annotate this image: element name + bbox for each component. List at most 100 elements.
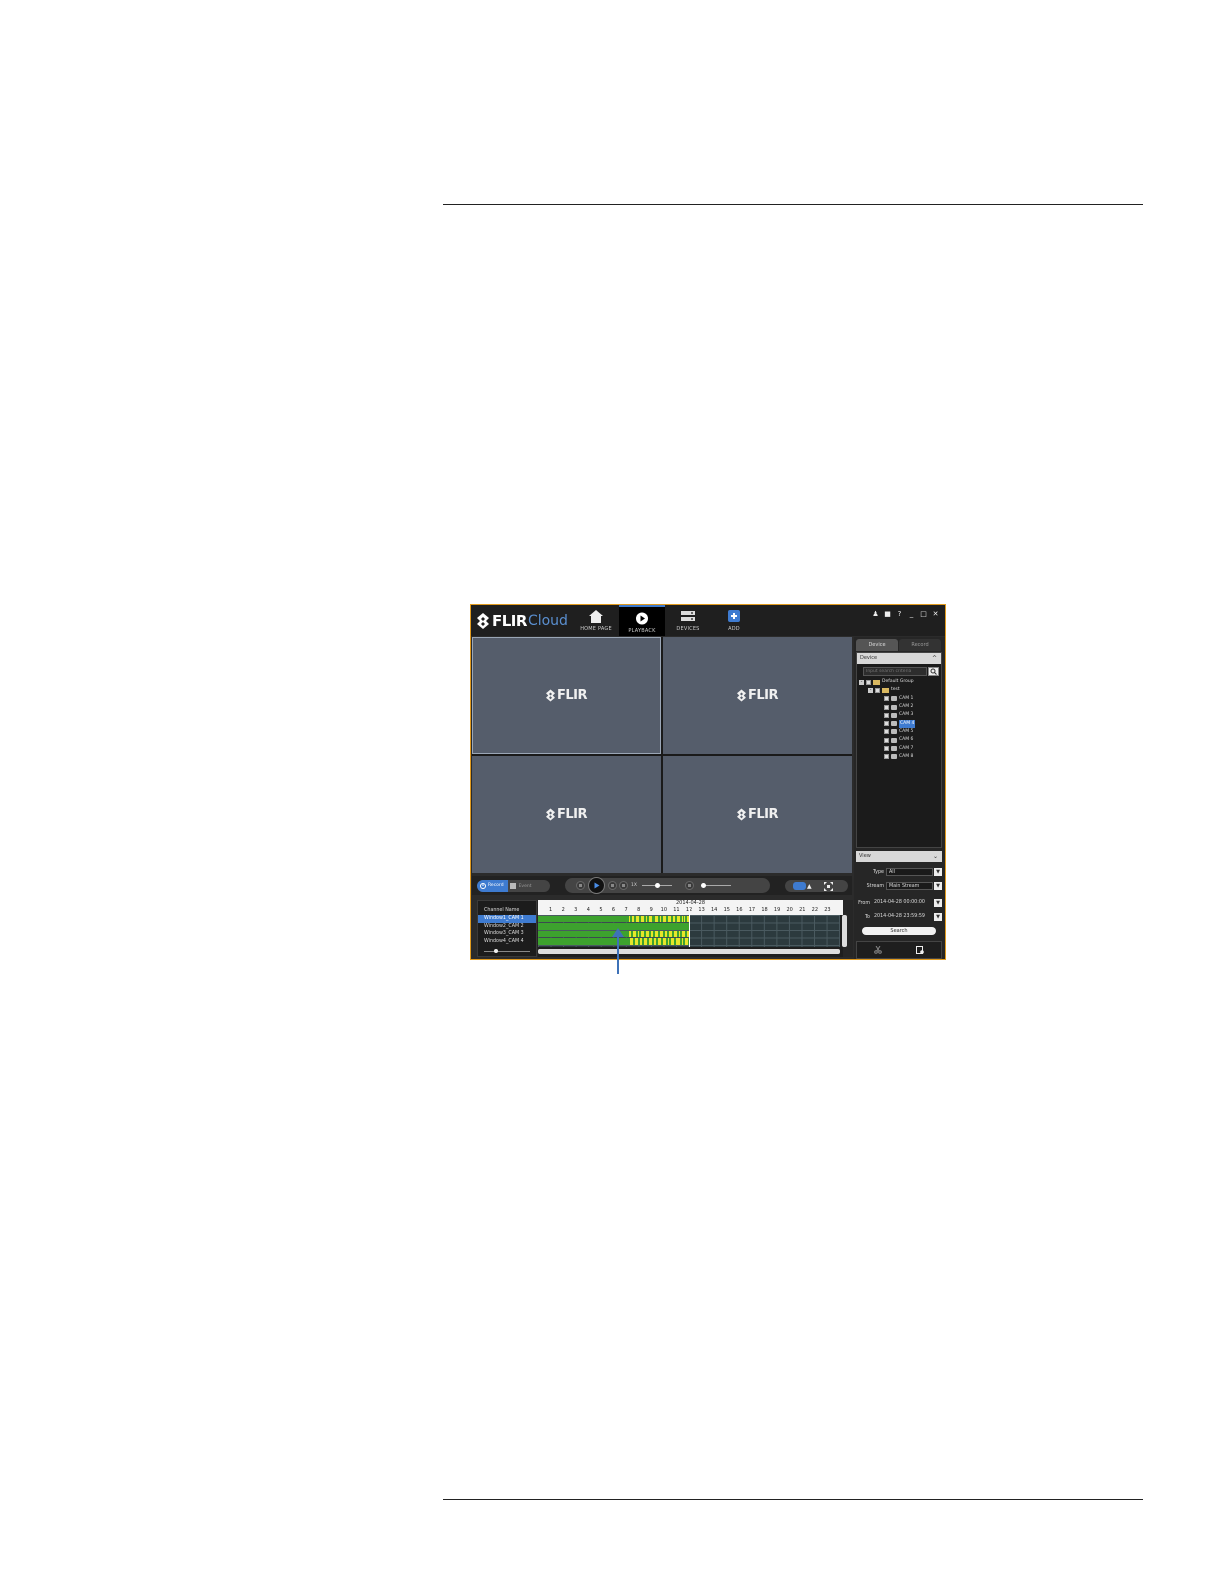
lock-icon[interactable]: ■ (884, 610, 891, 618)
motion-event-mark (628, 915, 631, 922)
layout-split-icon[interactable] (793, 882, 806, 890)
slider-knob[interactable] (654, 883, 660, 888)
collapse-icon[interactable]: - (859, 679, 864, 685)
motion-event-mark (678, 930, 681, 937)
channel-row[interactable]: Window1_CAM 1 (478, 915, 536, 923)
header-rule (443, 204, 1143, 205)
timeline-area[interactable]: 2014-04-28 12345678910111213141516171819… (538, 900, 847, 957)
timeline-date: 2014-04-28 (675, 900, 706, 906)
tree-camera-item[interactable]: CAM 7 (857, 744, 941, 752)
user-icon[interactable]: ♟ (872, 610, 879, 618)
calendar-dropdown-icon[interactable]: ▼ (934, 899, 942, 907)
scissors-icon[interactable] (874, 946, 882, 954)
tree-root[interactable]: - Default Group (857, 678, 941, 686)
clock-icon (480, 883, 486, 889)
nav-playback[interactable]: PLAYBACK (619, 605, 665, 636)
timeline-hour-label: 3 (574, 907, 578, 913)
tab-device[interactable]: Device (856, 639, 898, 651)
tree-camera-item[interactable]: CAM 2 (857, 703, 941, 711)
minimize-icon[interactable]: _ (908, 610, 915, 618)
nav-add[interactable]: ADD (711, 605, 757, 636)
collapse-icon[interactable]: - (868, 687, 873, 693)
motion-event-mark (642, 915, 644, 922)
checkbox[interactable] (884, 737, 889, 743)
pause-icon[interactable] (608, 881, 617, 890)
checkbox[interactable] (884, 721, 889, 727)
volume-slider[interactable] (700, 883, 731, 888)
calendar-dropdown-icon[interactable]: ▼ (934, 913, 942, 921)
slider-knob[interactable] (700, 883, 706, 888)
next-frame-icon[interactable] (619, 881, 628, 890)
checkbox[interactable] (884, 712, 889, 718)
download-icon[interactable] (916, 946, 924, 954)
view-header[interactable]: View ⌄ (856, 851, 942, 862)
channel-row[interactable]: Window4_CAM 4 (478, 938, 536, 946)
tile-logo-text: FLIR (556, 807, 588, 822)
tree-camera-item[interactable]: CAM 4 (857, 719, 941, 728)
timeline-hour-label: 7 (624, 907, 628, 913)
dropdown-arrow-icon[interactable]: ▼ (934, 868, 942, 876)
flir-cloud-window: FLIR Cloud HOME PAGE PLAYBACK DEVICES AD… (470, 604, 946, 960)
nav-label: ADD (728, 626, 740, 632)
nav-home-page[interactable]: HOME PAGE (573, 605, 619, 636)
timeline-cursor[interactable] (689, 908, 690, 947)
tree-camera-item[interactable]: CAM 8 (857, 753, 941, 761)
close-icon[interactable]: ✕ (932, 610, 939, 618)
slider-knob[interactable] (494, 949, 498, 953)
maximize-icon[interactable]: □ (920, 610, 927, 618)
volume-icon[interactable] (684, 881, 694, 890)
device-tree: - Default Group - test CAM 1 CAM 2 CAM 3 CA… (857, 678, 941, 761)
video-tile-3[interactable]: FLIR (472, 756, 661, 873)
tree-camera-item[interactable]: CAM 3 (857, 711, 941, 719)
timeline-horizontal-scrollbar[interactable] (538, 949, 840, 954)
video-tile-2[interactable]: FLIR (663, 637, 852, 754)
playback-control-bar: Record Event 1X ▲ (472, 876, 852, 895)
motion-event-mark (673, 915, 675, 922)
timeline-hour-label: 2 (561, 907, 565, 913)
checkbox[interactable] (884, 746, 889, 752)
search-icon[interactable] (928, 667, 939, 676)
type-select[interactable]: All (886, 868, 933, 876)
nav-label: PLAYBACK (628, 628, 656, 634)
channel-row[interactable]: Window3_CAM 3 (478, 930, 536, 938)
checkbox[interactable] (884, 754, 889, 760)
speed-slider[interactable] (641, 883, 672, 888)
recording-segment[interactable] (538, 938, 689, 945)
event-toggle[interactable]: Event (508, 883, 536, 889)
video-tile-4[interactable]: FLIR (663, 756, 852, 873)
tree-group[interactable]: - test (857, 686, 941, 694)
checkbox[interactable] (875, 687, 880, 693)
checkbox[interactable] (866, 679, 871, 685)
stop-icon[interactable] (576, 881, 585, 890)
to-datetime[interactable]: 2014-04-28 23:59:59 (872, 913, 933, 921)
checkbox[interactable] (884, 696, 889, 702)
timeline-hour-label: 13 (698, 907, 705, 913)
tab-record[interactable]: Record (899, 639, 941, 651)
channel-row[interactable]: Window2_CAM 2 (478, 923, 536, 931)
play-button[interactable] (588, 877, 605, 894)
checkbox[interactable] (884, 704, 889, 710)
fullscreen-icon[interactable] (823, 881, 833, 891)
motion-event-mark (647, 930, 650, 937)
recording-segment[interactable] (538, 915, 689, 922)
dropdown-arrow-icon[interactable]: ▼ (934, 882, 942, 890)
tree-label: CAM 1 (899, 695, 914, 701)
layout-controls: ▲ (785, 880, 848, 892)
folder-icon (882, 687, 889, 693)
tree-camera-item[interactable]: CAM 1 (857, 695, 941, 703)
record-toggle[interactable]: Record (477, 880, 508, 892)
help-icon[interactable]: ? (896, 610, 903, 618)
nav-devices[interactable]: DEVICES (665, 605, 711, 636)
timeline-vertical-scrollbar[interactable] (842, 915, 847, 947)
device-search-input[interactable] (863, 667, 927, 676)
from-datetime[interactable]: 2014-04-28 00:00:00 (872, 899, 933, 907)
timeline-zoom-slider[interactable] (484, 949, 530, 953)
video-tile-1[interactable]: FLIR (472, 637, 661, 754)
layout-dropdown-icon[interactable]: ▲ (807, 883, 812, 890)
tree-camera-item[interactable]: CAM 6 (857, 736, 941, 744)
stream-select[interactable]: Main Stream (886, 882, 933, 890)
tree-camera-item[interactable]: CAM 5 (857, 728, 941, 736)
search-button[interactable]: Search (862, 927, 936, 935)
device-header[interactable]: Device ^ (857, 653, 941, 664)
checkbox[interactable] (884, 729, 889, 735)
